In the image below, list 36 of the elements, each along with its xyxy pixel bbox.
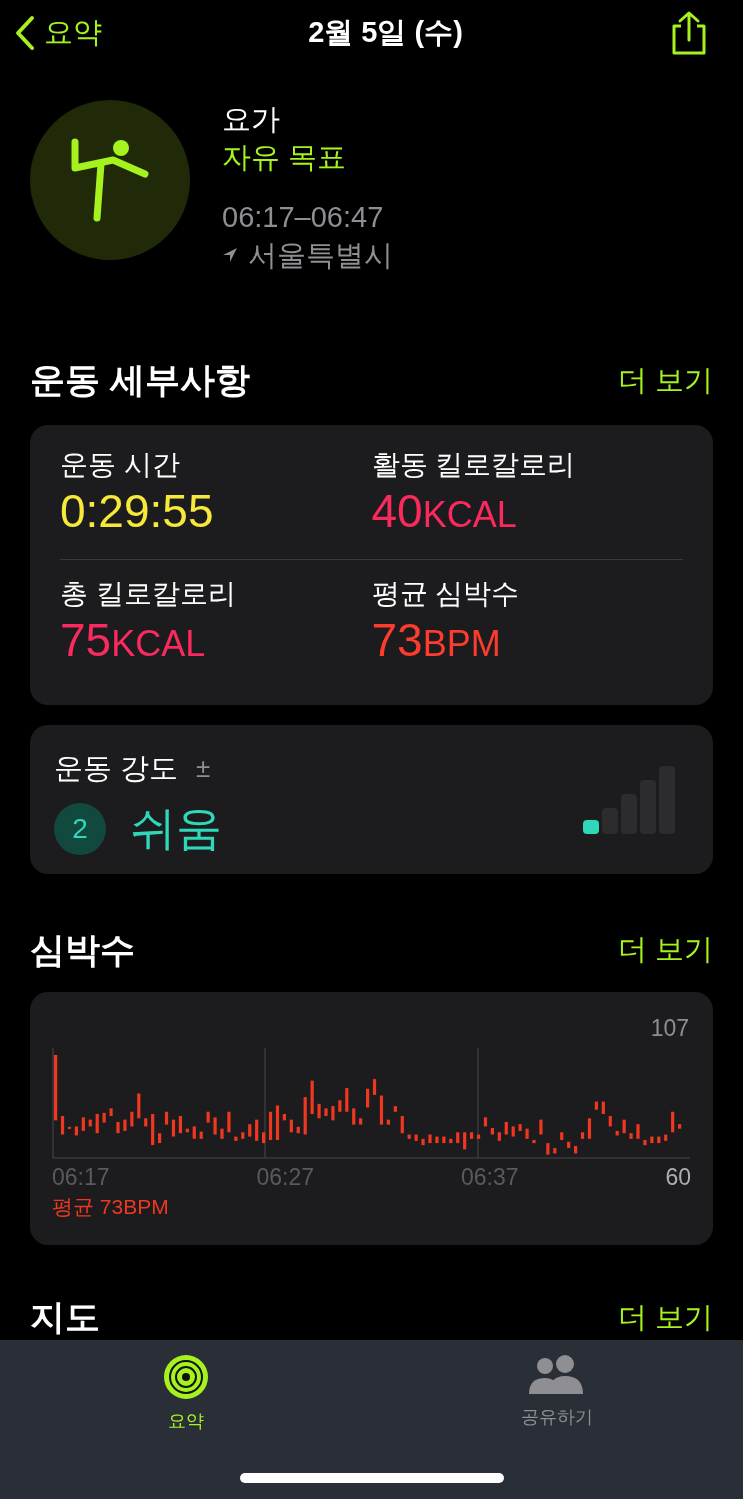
more-link[interactable]: 더 보기 — [617, 928, 713, 972]
chevron-left-icon — [14, 15, 36, 51]
time-label: 06:27 — [256, 1163, 316, 1192]
max-label: 107 — [650, 1014, 689, 1042]
workout-name: 요가 — [222, 102, 281, 137]
metric-label: 총 킬로칼로리 — [60, 576, 237, 611]
more-link[interactable]: 더 보기 — [617, 358, 713, 402]
min-label: 60 — [665, 1163, 691, 1192]
metric-value: 0:29:55 — [60, 483, 215, 539]
more-link[interactable]: 더 보기 — [617, 1295, 713, 1339]
section-title: 심박수 — [30, 928, 135, 971]
metric-value: 40KCAL — [371, 483, 518, 539]
time-label: 06:37 — [460, 1163, 520, 1192]
yoga-pose-icon — [71, 138, 149, 222]
workout-location: 서울특별시 — [248, 238, 393, 273]
tab-button[interactable]: 공유하기 — [477, 1354, 638, 1435]
workout-time: 06:17–06:47 — [222, 200, 385, 235]
metric-label: 평균 심박수 — [371, 576, 521, 611]
intensity-text: 쉬움 — [130, 801, 222, 856]
tab-button[interactable]: 요약 — [105, 1354, 266, 1435]
metric-label: 활동 킬로칼로리 — [371, 447, 577, 482]
metric-label: 운동 시간 — [60, 447, 181, 482]
time-label: 06:17 — [52, 1163, 111, 1192]
average-label: 평균 73BPM — [52, 1194, 170, 1220]
activity-rings-icon — [162, 1354, 209, 1400]
nav-title: 2월 5일 (수) — [308, 15, 463, 51]
metric-value: 73BPM — [371, 612, 502, 668]
adjust-button[interactable]: ± — [196, 748, 211, 788]
section-title: 운동 세부사항 — [30, 359, 250, 401]
back-button[interactable]: 요약 — [14, 11, 102, 55]
intensity-label: 운동 강도 — [54, 750, 179, 786]
metric-value: 75KCAL — [60, 612, 207, 668]
section-title: 지도 — [30, 1296, 100, 1338]
workout-goal: 자유 목표 — [222, 140, 348, 175]
intensity-number: 2 — [54, 802, 106, 855]
location-arrow-icon — [222, 247, 238, 263]
